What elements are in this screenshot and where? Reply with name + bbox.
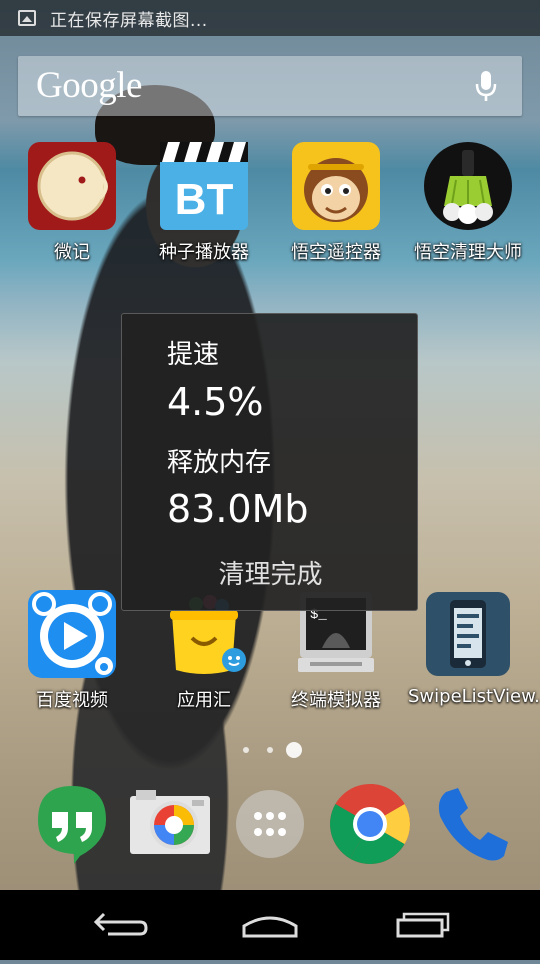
camera-icon[interactable] (128, 782, 212, 866)
app-label: 微记 (54, 242, 90, 263)
app-weiji[interactable]: 微记 (12, 140, 132, 264)
page-indicator (240, 742, 310, 758)
bt-player-icon: BT (158, 140, 250, 232)
app-label: 悟空清理大师 (414, 242, 522, 263)
app-label: 悟空遥控器 (291, 242, 381, 263)
speed-value: 4.5% (167, 380, 264, 424)
app-broom-cleaner[interactable]: 悟空清理大师 (408, 140, 528, 264)
cleanup-result-toast: 提速 4.5% 释放内存 83.0Mb 清理完成 (121, 313, 418, 611)
microphone-icon[interactable] (474, 70, 498, 104)
app-label: 百度视频 (36, 690, 108, 711)
google-search-bar[interactable]: Google (18, 56, 522, 116)
status-notification-text: 正在保存屏幕截图... (50, 10, 208, 31)
app-monkey-remote[interactable]: 悟空遥控器 (276, 140, 396, 264)
app-baidu-video[interactable]: 百度视频 (12, 588, 132, 712)
cleanup-status: 清理完成 (218, 560, 323, 590)
app-label: SwipeListView.. (408, 686, 540, 707)
app-bt-player[interactable]: BT 种子播放器 (144, 140, 264, 264)
baidu-video-icon (26, 588, 118, 680)
app-label: 应用汇 (177, 690, 231, 711)
monkey-remote-icon (290, 140, 382, 232)
speed-label: 提速 (167, 340, 220, 370)
page-dot (267, 747, 273, 753)
home-icon[interactable] (210, 890, 330, 960)
navigation-bar (0, 890, 540, 960)
page-dot (243, 747, 249, 753)
phone-icon[interactable] (428, 782, 512, 866)
svg-text:BT: BT (175, 175, 234, 224)
app-swipelistview[interactable]: SwipeListView.. (408, 588, 540, 707)
google-logo: Google (36, 65, 142, 106)
app-label: 种子播放器 (159, 242, 249, 263)
status-bar: 正在保存屏幕截图... (0, 0, 540, 36)
recents-icon[interactable] (360, 890, 480, 960)
memory-value: 83.0Mb (167, 487, 309, 531)
broom-cleaner-icon (422, 140, 514, 232)
page-dot-active (286, 742, 302, 758)
back-icon[interactable] (60, 890, 180, 960)
hangouts-icon[interactable] (30, 782, 114, 866)
picture-icon (18, 10, 36, 26)
app-label: 终端模拟器 (291, 690, 381, 711)
memory-label: 释放内存 (167, 448, 272, 478)
swipelistview-icon (422, 588, 514, 680)
all-apps-icon[interactable] (228, 782, 312, 866)
chrome-icon[interactable] (328, 782, 412, 866)
weiji-icon (26, 140, 118, 232)
